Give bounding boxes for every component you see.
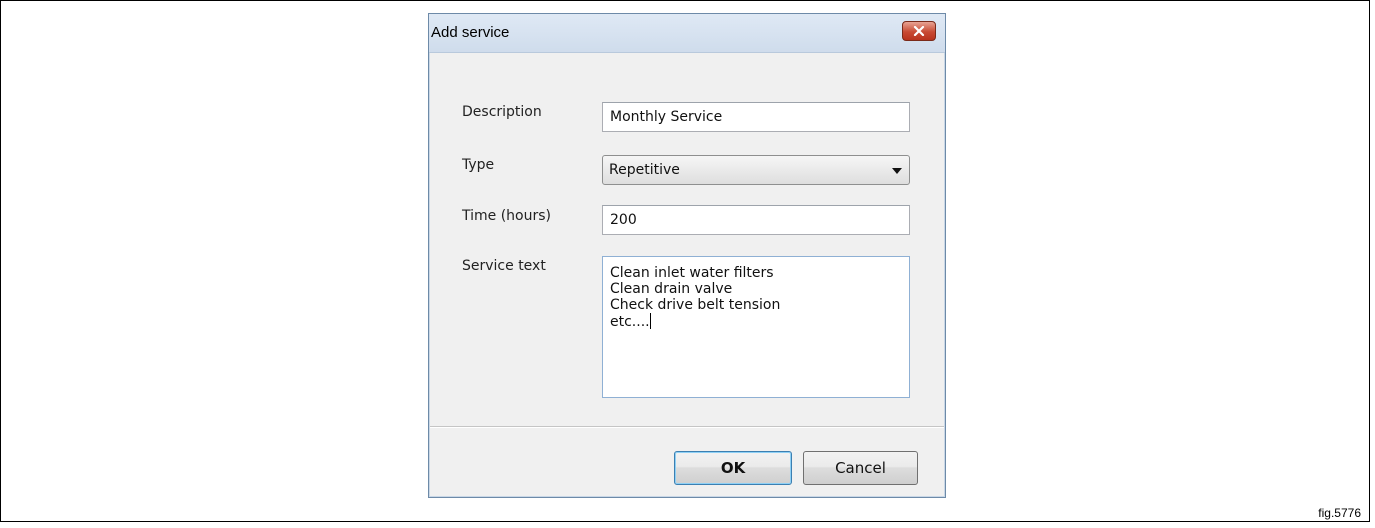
dialog-body: Description Monthly Service Type Repetit… xyxy=(430,53,944,496)
close-icon xyxy=(913,26,925,36)
type-label: Type xyxy=(462,157,495,173)
add-service-dialog: Add service Description Monthly Service … xyxy=(428,13,946,498)
service-text-line-last: etc.... xyxy=(610,313,909,330)
text-caret xyxy=(649,313,651,329)
dialog-title-bar[interactable]: Add service xyxy=(429,14,945,53)
cancel-button[interactable]: Cancel xyxy=(803,451,918,485)
description-label: Description xyxy=(462,104,542,120)
ok-button[interactable]: OK xyxy=(674,451,792,485)
type-select[interactable]: Repetitive xyxy=(602,155,910,185)
type-select-value: Repetitive xyxy=(609,162,680,178)
chevron-down-icon xyxy=(892,168,902,174)
service-text-label: Service text xyxy=(462,258,546,274)
close-button[interactable] xyxy=(902,21,936,41)
dialog-title: Add service xyxy=(431,24,510,41)
service-text-line: Clean inlet water filters xyxy=(610,265,774,281)
service-text-area[interactable]: Clean inlet water filters Clean drain va… xyxy=(602,256,910,398)
figure-label: fig.5776 xyxy=(1318,506,1361,520)
description-input[interactable]: Monthly Service xyxy=(602,102,910,132)
service-text-line-last-text: etc.... xyxy=(610,314,650,330)
service-text-line: Check drive belt tension xyxy=(610,297,781,313)
time-hours-input[interactable]: 200 xyxy=(602,205,910,235)
service-text-line: Clean drain valve xyxy=(610,281,733,297)
time-hours-label: Time (hours) xyxy=(462,208,551,224)
dialog-separator xyxy=(430,426,944,428)
